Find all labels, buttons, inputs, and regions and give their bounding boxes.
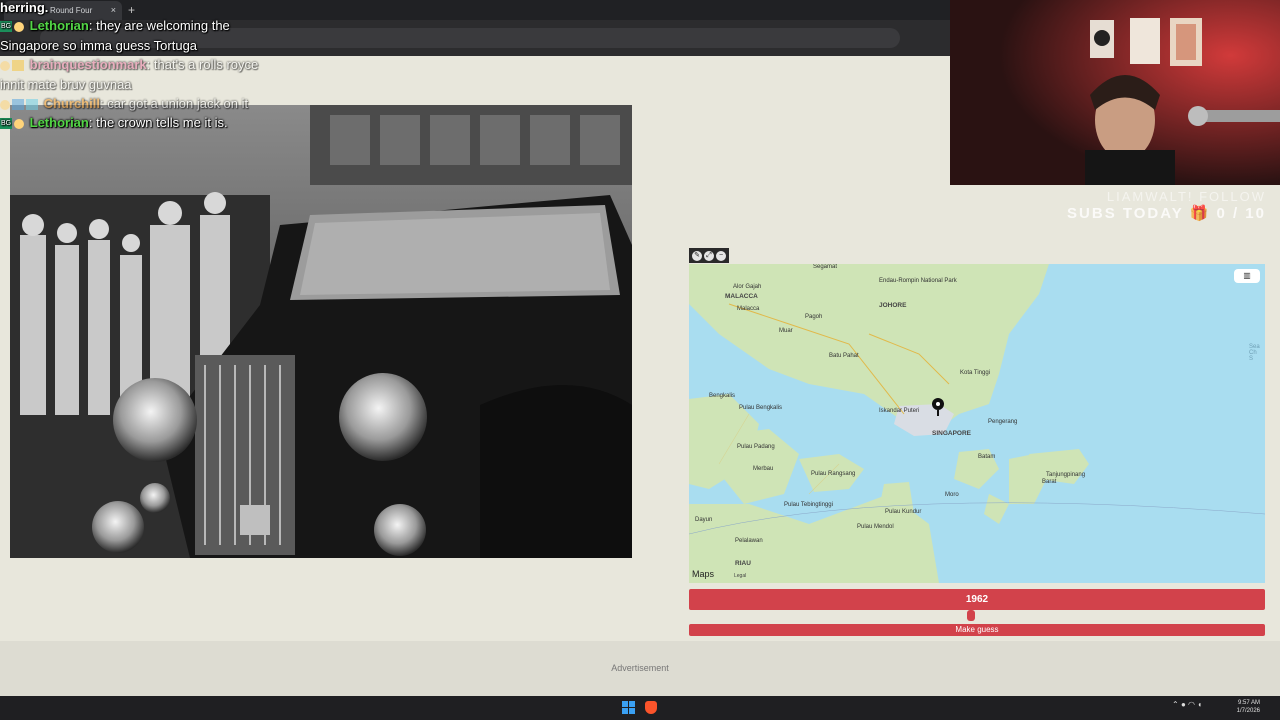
chat-message: Singapore so imma guess Tortuga — [0, 38, 197, 53]
chat-text: car got a union jack on it — [103, 96, 249, 111]
chat-text: they are welcoming the — [92, 18, 230, 33]
chat-username: Lethorian — [29, 115, 89, 130]
layers-icon: ▥ — [1243, 271, 1251, 280]
map-label: Pulau Bengkalis — [739, 405, 783, 411]
chat-text: Singapore so imma guess Tortuga — [0, 38, 198, 53]
make-guess-button[interactable]: Make guess — [689, 624, 1265, 636]
guess-map[interactable]: Segamat MALACCA Alor Gajah Malacca Muar … — [689, 264, 1265, 583]
chat-username: brainquestionmark — [29, 57, 147, 72]
map-label: JOHORE — [879, 302, 907, 309]
chat-message: Churchill: car got a union jack on it — [0, 96, 248, 111]
chat-text: that's a rolls royce — [150, 57, 259, 72]
map-label: Pulau Tebingtinggi — [784, 502, 833, 508]
chat-username: Lethorian — [29, 18, 89, 33]
emote-badge-icon — [0, 99, 10, 110]
sub-badge-icon: BG — [0, 21, 12, 33]
pin-icon[interactable]: ✎ — [692, 250, 702, 261]
chat-text: the crown tells me it is. — [92, 115, 228, 130]
chat-text: innit mate bruv guvnaa — [0, 77, 132, 92]
new-tab-button[interactable]: + — [128, 2, 135, 18]
ad-label: Advertisement — [611, 663, 669, 673]
crown-icon — [12, 60, 24, 72]
system-tray[interactable]: ⌃ ● ◠ ◖ — [1172, 700, 1202, 709]
year-slider-handle[interactable] — [967, 610, 976, 621]
map-label: Kota Tinggi — [960, 370, 991, 376]
year-display: 1962 — [689, 589, 1265, 610]
windows-start-icon[interactable] — [622, 701, 635, 714]
map-label: Endau-Rompin National Park — [879, 278, 957, 284]
check-icon — [26, 99, 38, 111]
chat-message: BG Lethorian: they are welcoming the — [0, 18, 230, 33]
emote-badge-icon — [14, 21, 24, 32]
emote-badge-icon — [0, 60, 10, 71]
chat-message: brainquestionmark: that's a rolls royce — [0, 57, 258, 72]
map-label: Pulau Mendol — [857, 524, 894, 530]
emote-badge-icon — [14, 118, 24, 129]
browser-tab-bar: Round Four × + — [0, 0, 950, 20]
chat-username: Churchill — [43, 96, 100, 111]
mic-icon[interactable]: ● — [1181, 700, 1186, 709]
wifi-icon[interactable]: ◠ — [1188, 700, 1195, 709]
map-label: Batam — [978, 454, 996, 460]
map-label: Barat — [1042, 479, 1057, 485]
map-legal-link[interactable]: Legal — [734, 573, 746, 579]
map-label: MALACCA — [725, 293, 758, 300]
map-label: RIAU — [735, 560, 751, 567]
round-photo — [10, 105, 632, 558]
taskbar-clock[interactable]: 9:57 AM 1/7/2026 — [1226, 699, 1260, 715]
ruler-icon[interactable]: ⤢ — [704, 250, 714, 261]
chat-top-line: herring. — [0, 0, 49, 15]
map-toolbar: ✎ ⤢ − — [689, 248, 729, 263]
clock-date: 1/7/2026 — [1236, 708, 1260, 714]
map-label: Moro — [945, 492, 959, 498]
map-label: Muar — [779, 328, 793, 334]
map-label: SINGAPORE — [932, 430, 972, 437]
subs-goal: SUBS TODAY 🎁 0 / 10 — [1067, 205, 1266, 222]
map-label: Merbau — [753, 466, 774, 472]
streamer-webcam — [950, 0, 1280, 185]
chevron-up-icon[interactable]: ⌃ — [1172, 700, 1179, 709]
clock-time: 9:57 AM — [1237, 700, 1260, 706]
year-slider[interactable] — [689, 611, 1265, 621]
chat-message: innit mate bruv guvnaa — [0, 77, 132, 92]
map-label: Iskandar Puteri — [879, 408, 920, 414]
map-label: Batu Pahat — [829, 353, 859, 359]
map-layers-button[interactable]: ▥ — [1234, 269, 1260, 283]
map-label: Pulau Kundur — [885, 509, 922, 515]
map-label: Pulau Padang — [737, 444, 775, 450]
map-label: Malacca — [737, 306, 760, 312]
map-label: Bengkalis — [709, 393, 736, 399]
map-label: Dayun — [695, 517, 713, 523]
gem-icon — [12, 99, 24, 111]
sub-badge-icon: BG — [0, 118, 12, 130]
map-label: Pengerang — [988, 419, 1018, 425]
map-label: Alor Gajah — [733, 284, 762, 290]
taskbar — [0, 696, 1280, 720]
map-label: Pelalawan — [735, 538, 763, 544]
map-label: Sea Ch S — [1249, 344, 1260, 362]
chat-message: BG Lethorian: the crown tells me it is. — [0, 115, 228, 130]
map-label: Segamat — [813, 264, 838, 270]
map-label: Tanjungpinang — [1046, 472, 1086, 478]
follow-goal: LIAMWALT! FOLLOW — [1106, 189, 1266, 204]
map-label: Pagoh — [805, 314, 823, 320]
volume-icon[interactable]: ◖ — [1197, 700, 1202, 709]
minus-icon[interactable]: − — [716, 250, 726, 261]
apple-maps-logo: Maps — [692, 569, 715, 579]
map-label: Pulau Rangsang — [811, 471, 856, 477]
brave-browser-icon[interactable] — [645, 701, 657, 714]
